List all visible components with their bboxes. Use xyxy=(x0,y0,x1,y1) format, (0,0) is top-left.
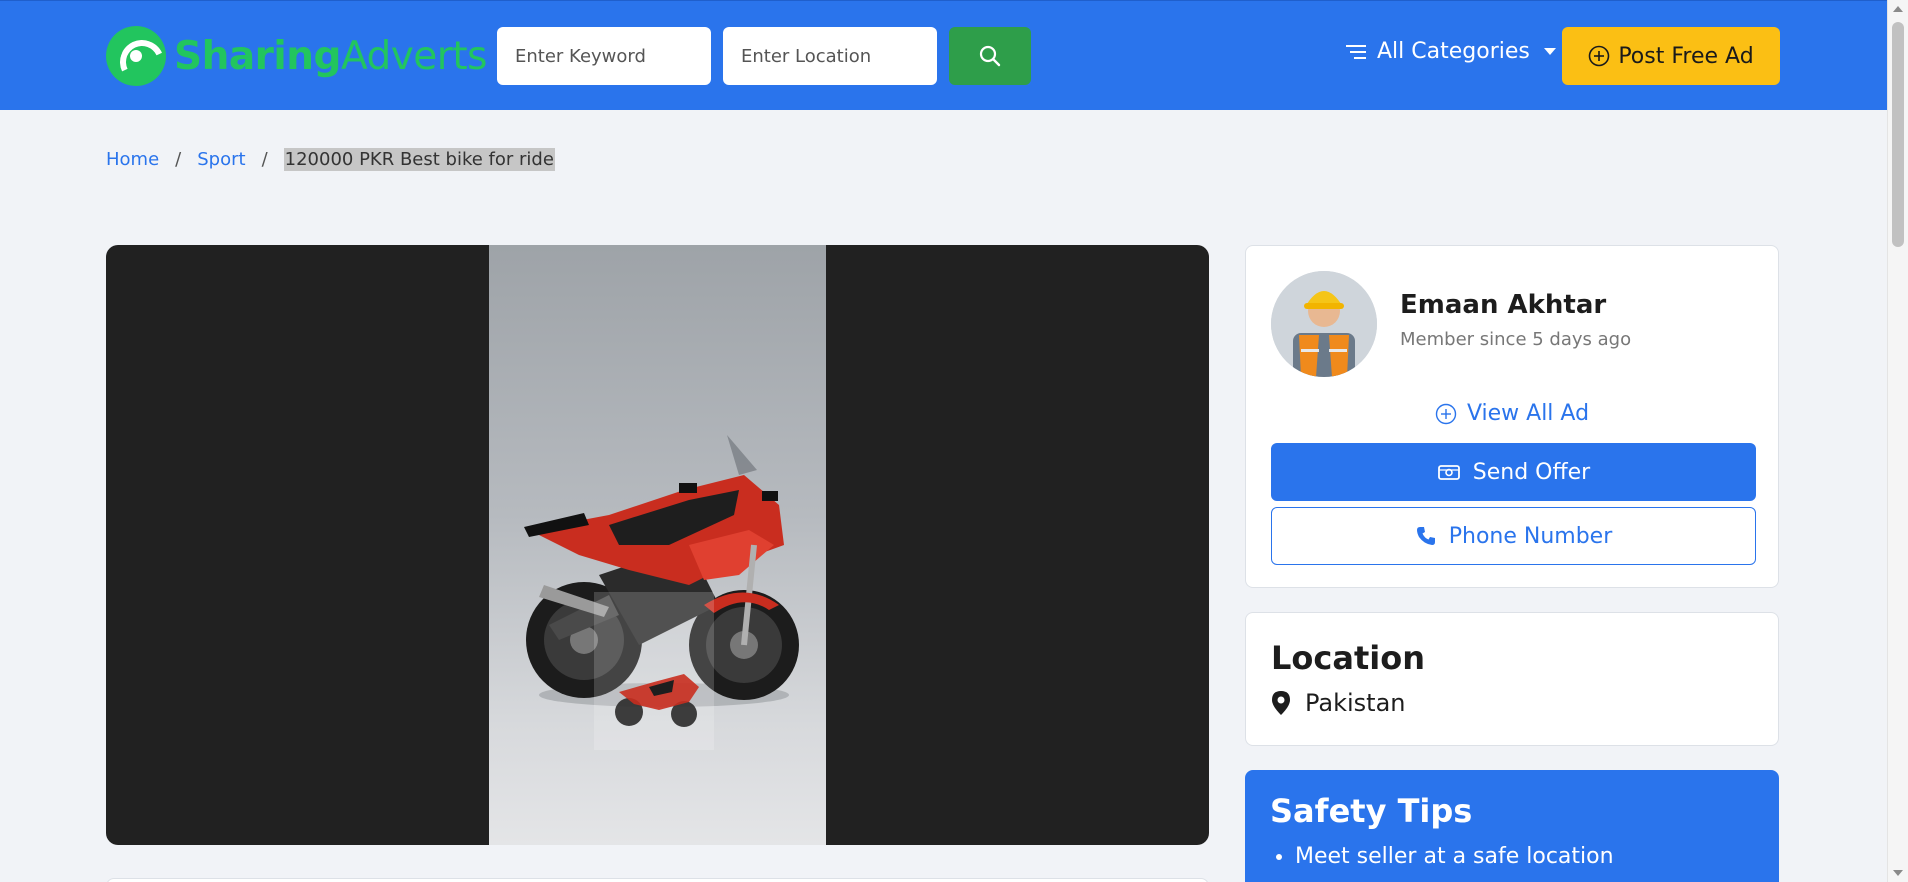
view-all-ads-link[interactable]: View All Ad xyxy=(1246,401,1778,426)
send-offer-button[interactable]: Send Offer xyxy=(1271,443,1756,501)
location-row: Pakistan xyxy=(1271,689,1406,717)
breadcrumb: Home / Sport / 120000 PKR Best bike for … xyxy=(106,148,555,171)
search-icon xyxy=(979,45,1001,67)
post-free-ad-button[interactable]: Post Free Ad xyxy=(1562,27,1780,85)
page-scrollbar[interactable] xyxy=(1887,0,1908,882)
plus-circle-icon xyxy=(1589,45,1610,67)
phone-number-label: Phone Number xyxy=(1448,523,1613,549)
motorcycle-photo xyxy=(489,245,826,845)
seller-card: Emaan Akhtar Member since 5 days ago Vie… xyxy=(1245,245,1779,588)
all-categories-dropdown[interactable]: All Categories xyxy=(1345,39,1556,64)
ad-image-gallery[interactable] xyxy=(106,245,1209,845)
seller-avatar[interactable] xyxy=(1271,271,1377,377)
site-header: SharingAdverts All Categories Post Free … xyxy=(0,0,1887,110)
member-since: Member since 5 days ago xyxy=(1400,329,1632,350)
logo-text: SharingAdverts xyxy=(174,33,487,79)
location-input[interactable] xyxy=(723,27,937,85)
safety-tip-item: Meet seller at a safe location xyxy=(1295,844,1614,869)
seller-name: Emaan Akhtar xyxy=(1400,290,1607,320)
location-title: Location xyxy=(1271,639,1425,677)
search-button[interactable] xyxy=(949,27,1031,85)
chevron-down-icon xyxy=(1543,48,1556,55)
breadcrumb-separator: / xyxy=(261,149,268,170)
keyword-input[interactable] xyxy=(497,27,711,85)
breadcrumb-sport[interactable]: Sport xyxy=(197,149,245,170)
scroll-down-arrow-icon[interactable] xyxy=(1893,870,1903,876)
map-pin-icon xyxy=(1272,691,1290,715)
phone-number-button[interactable]: Phone Number xyxy=(1271,507,1756,565)
safety-tips-title: Safety Tips xyxy=(1270,792,1473,830)
breadcrumb-separator: / xyxy=(175,149,182,170)
send-offer-label: Send Offer xyxy=(1472,459,1591,485)
safety-tips-card: Safety Tips Meet seller at a safe locati… xyxy=(1245,770,1779,882)
scrollbar-thumb[interactable] xyxy=(1892,22,1904,247)
image-thumbnail[interactable] xyxy=(594,592,714,750)
phone-icon xyxy=(1416,527,1435,545)
site-logo[interactable]: SharingAdverts xyxy=(106,25,487,87)
logo-icon xyxy=(106,26,166,86)
menu-lines-icon xyxy=(1346,44,1366,59)
breadcrumb-home[interactable]: Home xyxy=(106,149,159,170)
breadcrumb-current: 120000 PKR Best bike for ride xyxy=(283,148,555,171)
ad-details-card xyxy=(106,878,1209,882)
location-value: Pakistan xyxy=(1305,689,1406,717)
scroll-up-arrow-icon[interactable] xyxy=(1893,6,1903,12)
post-free-ad-label: Post Free Ad xyxy=(1618,43,1754,69)
safety-tips-list: Meet seller at a safe location xyxy=(1295,844,1614,877)
categories-label: All Categories xyxy=(1377,39,1530,64)
location-card: Location Pakistan xyxy=(1245,612,1779,746)
plus-circle-icon xyxy=(1435,403,1457,424)
view-all-label: View All Ad xyxy=(1466,401,1590,426)
cash-icon xyxy=(1437,465,1460,480)
